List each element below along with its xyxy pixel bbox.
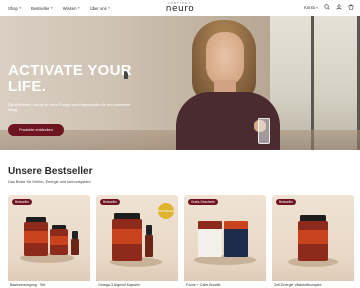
hero-subtitle: Die effektivste Lösung für mehr Energie … [8,103,130,112]
dropper-bottle [145,235,153,257]
jar-label [50,236,68,245]
section-title: Unsere Bestseller [8,166,93,177]
account-menu-label: Konto [304,4,316,10]
product-name: Basisversorgung · Set [8,281,90,288]
product-carousel: Bestseller Basisversorgung · Set Bestsel… [8,195,360,288]
nav-link-label: Über uns [89,5,107,11]
product-name: Omega-3 Algenöl Kapseln [96,281,178,288]
nav-links: Shop ▾ Bestseller ▾ Wissen ▾ Über uns ▾ [0,6,110,11]
product-badge: Bestseller [100,199,120,205]
product-box [198,221,222,257]
hero-headline-line: LIFE. [8,78,47,95]
product-card[interactable]: Bestseller Basisversorgung · Set [8,195,90,288]
jar-label [298,230,328,244]
nav-link-shop[interactable]: Shop ▾ [8,6,21,11]
nav-link-label: Shop [8,5,18,11]
chevron-down-icon: ▾ [316,5,318,10]
account-menu[interactable]: Konto ▾ [304,5,318,10]
hero-headline-line: ACTIVATE YOUR [8,62,132,79]
product-badge: Gratis Geschenk [188,199,218,205]
section-subtitle: Das Beste für Gehirn, Energie und Immuns… [8,180,91,184]
product-card[interactable]: Gratis Geschenk Focus + Calm Bundle [184,195,266,288]
discover-products-button[interactable]: Produkte entdecken [8,124,64,136]
nav-link-ueber-uns[interactable]: Über uns ▾ [90,6,110,11]
product-card[interactable]: Bestseller TESTSIEGER Omega-3 Algenöl Ka… [96,195,178,288]
top-navigation: Shop ▾ Bestseller ▾ Wissen ▾ Über uns ▾ … [0,0,360,16]
product-badge: Bestseller [276,199,296,205]
search-icon[interactable] [324,4,330,10]
product-box [224,221,248,257]
jar-label [112,229,142,244]
brand-logo[interactable]: INSTITUT neuro [162,1,198,14]
chevron-down-icon: ▾ [19,6,22,10]
hero-banner: ACTIVATE YOUR LIFE. Die effektivste Lösu… [0,16,360,150]
water-glass [258,118,270,144]
product-card[interactable]: Bestseller Zell-Energie Vitalstoffkomple… [272,195,354,288]
nav-actions: Konto ▾ [304,4,354,10]
hero-model-face [206,32,244,86]
chevron-down-icon: ▾ [108,6,110,10]
nav-link-label: Wissen [62,5,77,11]
chevron-down-icon: ▾ [50,6,53,10]
product-name: Focus + Calm Bundle [184,281,266,288]
dropper-bottle [71,239,79,255]
dropper-cap [72,231,78,239]
award-seal: TESTSIEGER [158,203,174,219]
nav-link-label: Bestseller [31,5,50,11]
hero-headline: ACTIVATE YOUR LIFE. [8,63,132,95]
nav-link-wissen[interactable]: Wissen ▾ [63,6,80,11]
jar-label [24,231,48,243]
product-name: Zell-Energie Vitalstoffkomplex [272,281,354,288]
nav-link-bestseller[interactable]: Bestseller ▾ [31,6,53,11]
user-icon[interactable] [336,4,342,10]
dropper-cap [146,225,152,235]
chevron-down-icon: ▾ [77,6,80,10]
cart-icon[interactable] [348,4,354,10]
product-badge: Bestseller [12,199,32,205]
logo-wordmark: neuro [165,4,195,14]
